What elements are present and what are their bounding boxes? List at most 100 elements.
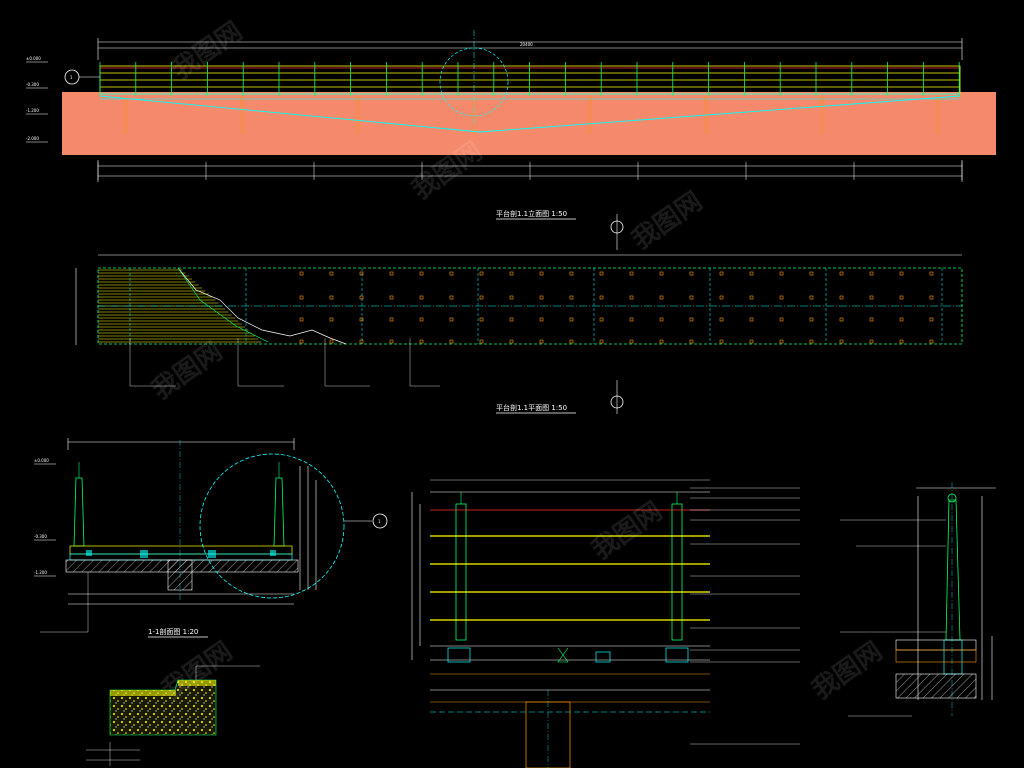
- section-view: 1 ±0.000 -0.300 -1.200 1-1剖面图 1:20: [34, 438, 388, 638]
- plan-anchor: [299, 295, 304, 300]
- plan-anchor: [419, 271, 424, 276]
- plan-anchor: [359, 295, 364, 300]
- plan-anchor: [479, 271, 484, 276]
- level-mark-3: -1.200: [26, 108, 39, 113]
- plan-anchor: [809, 295, 814, 300]
- plan-view: 平台剖1.1平面图 1:50: [75, 254, 963, 414]
- plan-anchor: [389, 339, 394, 344]
- elevation-level-marks: ±0.000 -0.300 -1.200 -2.000: [26, 56, 48, 143]
- plan-anchor: [659, 339, 664, 344]
- plan-anchor: [809, 339, 814, 344]
- plan-anchor: [509, 271, 514, 276]
- plan-anchor: [329, 317, 334, 322]
- water-fill: [62, 92, 996, 155]
- plan-anchor: [389, 317, 394, 322]
- plan-anchor: [929, 271, 934, 276]
- plan-anchor: [329, 271, 334, 276]
- plan-anchor: [509, 317, 514, 322]
- plan-anchor: [839, 295, 844, 300]
- plan-anchor: [719, 339, 724, 344]
- plan-anchor: [689, 317, 694, 322]
- plan-anchor: [719, 295, 724, 300]
- plan-anchor: [629, 339, 634, 344]
- plan-anchor: [749, 339, 754, 344]
- plan-anchor: [809, 317, 814, 322]
- plan-anchor: [869, 317, 874, 322]
- plan-anchor: [569, 295, 574, 300]
- plan-anchor: [869, 339, 874, 344]
- plan-anchor: [689, 339, 694, 344]
- plan-anchor: [899, 271, 904, 276]
- plan-anchor: [629, 271, 634, 276]
- plan-anchor: [779, 339, 784, 344]
- plan-anchor: [779, 271, 784, 276]
- plan-anchor: [869, 271, 874, 276]
- section-level-3: -1.200: [34, 570, 47, 575]
- axis-marker-elevation-label: 1: [70, 75, 73, 80]
- plan-anchor: [419, 295, 424, 300]
- axis-marker-bottom: [610, 380, 624, 414]
- plan-anchor: [779, 317, 784, 322]
- plan-anchor: [539, 339, 544, 344]
- plan-anchor: [929, 339, 934, 344]
- plan-anchor: [659, 295, 664, 300]
- plan-anchor: [449, 317, 454, 322]
- plan-anchor: [779, 295, 784, 300]
- plan-anchor: [389, 271, 394, 276]
- level-mark-1: ±0.000: [26, 56, 41, 61]
- plan-anchor: [899, 339, 904, 344]
- plan-anchor: [329, 339, 334, 344]
- side-section-detail: [840, 482, 996, 717]
- svg-text:20400: 20400: [520, 42, 533, 47]
- plan-anchor: [569, 317, 574, 322]
- plan-anchor: [479, 317, 484, 322]
- plan-anchor: [299, 339, 304, 344]
- plan-anchor: [359, 317, 364, 322]
- plan-anchor: [359, 339, 364, 344]
- plan-anchor: [449, 295, 454, 300]
- section-title: 1-1剖面图 1:20: [148, 627, 198, 636]
- plan-anchor: [569, 339, 574, 344]
- watermark-text-7: 我图网: [807, 636, 888, 705]
- plan-anchor: [749, 295, 754, 300]
- plan-anchor: [419, 317, 424, 322]
- plan-anchor: [479, 339, 484, 344]
- railing-detail: [411, 479, 800, 768]
- plan-anchor: [449, 271, 454, 276]
- plan-anchor: [689, 271, 694, 276]
- plan-anchor: [539, 295, 544, 300]
- cad-drawing-canvas: 20400 1 ±0.000 -0.300 -1.200 -2.000 平台剖1…: [26, 16, 996, 768]
- plan-anchor: [929, 295, 934, 300]
- plan-anchor: [659, 317, 664, 322]
- plan-anchor: [599, 317, 604, 322]
- plan-anchor: [599, 295, 604, 300]
- plan-anchor: [719, 317, 724, 322]
- plan-anchor: [839, 339, 844, 344]
- level-mark-2: -0.300: [26, 82, 39, 87]
- plan-anchor: [509, 295, 514, 300]
- plan-anchor: [539, 271, 544, 276]
- detail-ref-label: 1: [378, 519, 381, 524]
- plan-anchor: [509, 339, 514, 344]
- section-level-marks: ±0.000 -0.300 -1.200: [34, 458, 56, 577]
- plan-anchor: [719, 271, 724, 276]
- plan-anchor: [749, 271, 754, 276]
- section-level-2: -0.300: [34, 534, 47, 539]
- plan-anchor: [299, 271, 304, 276]
- plan-anchor: [659, 271, 664, 276]
- plan-anchor: [419, 339, 424, 344]
- elevation-title: 平台剖1.1立面图 1:50: [496, 209, 567, 218]
- plan-anchor: [899, 295, 904, 300]
- level-mark-4: -2.000: [26, 136, 39, 141]
- watermark-text-4: 我图网: [147, 336, 228, 405]
- plan-anchor: [629, 295, 634, 300]
- plan-anchor: [929, 317, 934, 322]
- plan-title: 平台剖1.1平面图 1:50: [496, 403, 567, 412]
- plan-anchor: [539, 317, 544, 322]
- plan-anchor: [299, 317, 304, 322]
- plan-anchor: [389, 295, 394, 300]
- plan-anchor: [749, 317, 754, 322]
- plan-anchor: [809, 271, 814, 276]
- plan-anchor: [479, 295, 484, 300]
- plan-anchor: [599, 271, 604, 276]
